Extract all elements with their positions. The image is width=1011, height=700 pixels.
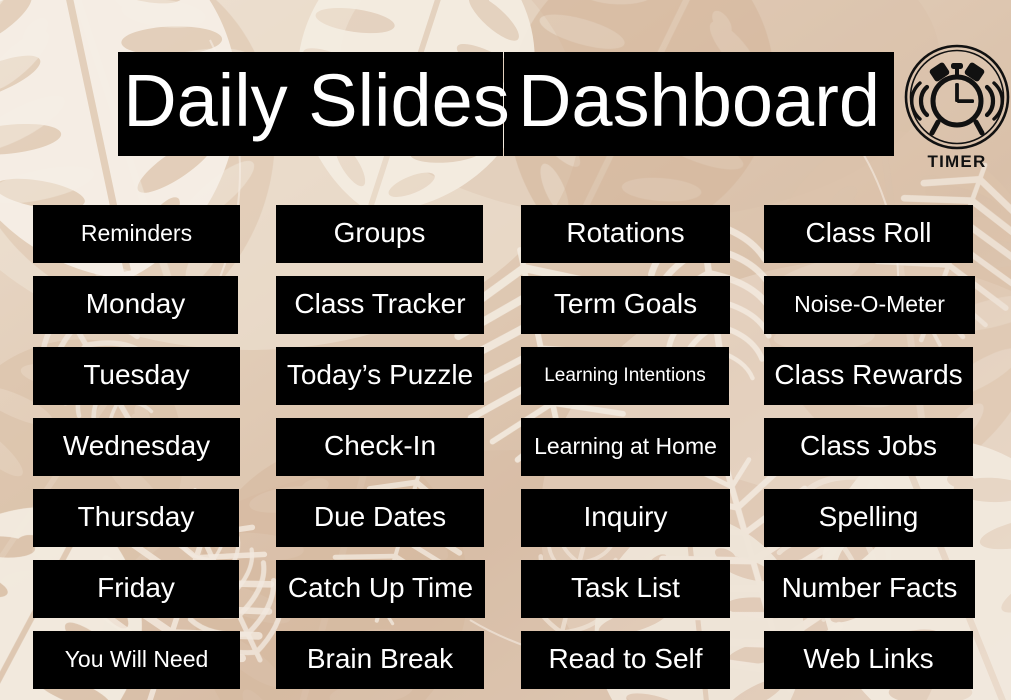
tile-you-will-need[interactable]: You Will Need (33, 631, 240, 689)
tile-learning-at-home[interactable]: Learning at Home (521, 418, 730, 476)
title-text-right: Dashboard (517, 59, 880, 142)
tile-class-roll[interactable]: Class Roll (764, 205, 973, 263)
tile-inquiry[interactable]: Inquiry (521, 489, 730, 547)
tile-number-facts[interactable]: Number Facts (764, 560, 975, 618)
tile-column-1: Reminders Monday Tuesday Wednesday Thurs… (33, 205, 245, 700)
page-title: Daily Slides Dashboard (118, 52, 894, 156)
navigation-tile-grid: Reminders Monday Tuesday Wednesday Thurs… (0, 205, 1011, 700)
tile-tuesday[interactable]: Tuesday (33, 347, 240, 405)
tile-todays-puzzle[interactable]: Today’s Puzzle (276, 347, 484, 405)
tile-term-goals[interactable]: Term Goals (521, 276, 730, 334)
timer-widget[interactable]: TIMER (901, 43, 1011, 172)
tile-thursday[interactable]: Thursday (33, 489, 239, 547)
tile-spelling[interactable]: Spelling (764, 489, 973, 547)
title-box-right: Dashboard (504, 52, 894, 156)
tile-rotations[interactable]: Rotations (521, 205, 730, 263)
tile-monday[interactable]: Monday (33, 276, 238, 334)
tile-brain-break[interactable]: Brain Break (276, 631, 484, 689)
tile-web-links[interactable]: Web Links (764, 631, 973, 689)
tile-friday[interactable]: Friday (33, 560, 239, 618)
title-text-left: Daily Slides (123, 59, 510, 142)
tile-class-jobs[interactable]: Class Jobs (764, 418, 973, 476)
tile-reminders[interactable]: Reminders (33, 205, 240, 263)
timer-label: TIMER (927, 152, 987, 171)
tile-column-2: Groups Class Tracker Today’s Puzzle Chec… (276, 205, 488, 700)
tile-class-rewards[interactable]: Class Rewards (764, 347, 973, 405)
tile-class-tracker[interactable]: Class Tracker (276, 276, 484, 334)
dashboard-slide: Daily Slides Dashboard TIMER Reminders M… (0, 0, 1011, 700)
tile-learning-intentions[interactable]: Learning Intentions (521, 347, 729, 405)
tile-column-4: Class Roll Noise-O-Meter Class Rewards C… (764, 205, 976, 700)
tile-task-list[interactable]: Task List (521, 560, 730, 618)
tile-catch-up-time[interactable]: Catch Up Time (276, 560, 485, 618)
tile-column-3: Rotations Term Goals Learning Intentions… (521, 205, 733, 700)
tile-groups[interactable]: Groups (276, 205, 483, 263)
tile-noise-o-meter[interactable]: Noise-O-Meter (764, 276, 975, 334)
tile-check-in[interactable]: Check-In (276, 418, 484, 476)
tile-read-to-self[interactable]: Read to Self (521, 631, 730, 689)
tile-due-dates[interactable]: Due Dates (276, 489, 484, 547)
title-box-left: Daily Slides (118, 52, 510, 156)
tile-wednesday[interactable]: Wednesday (33, 418, 240, 476)
alarm-clock-icon[interactable] (903, 43, 1011, 151)
